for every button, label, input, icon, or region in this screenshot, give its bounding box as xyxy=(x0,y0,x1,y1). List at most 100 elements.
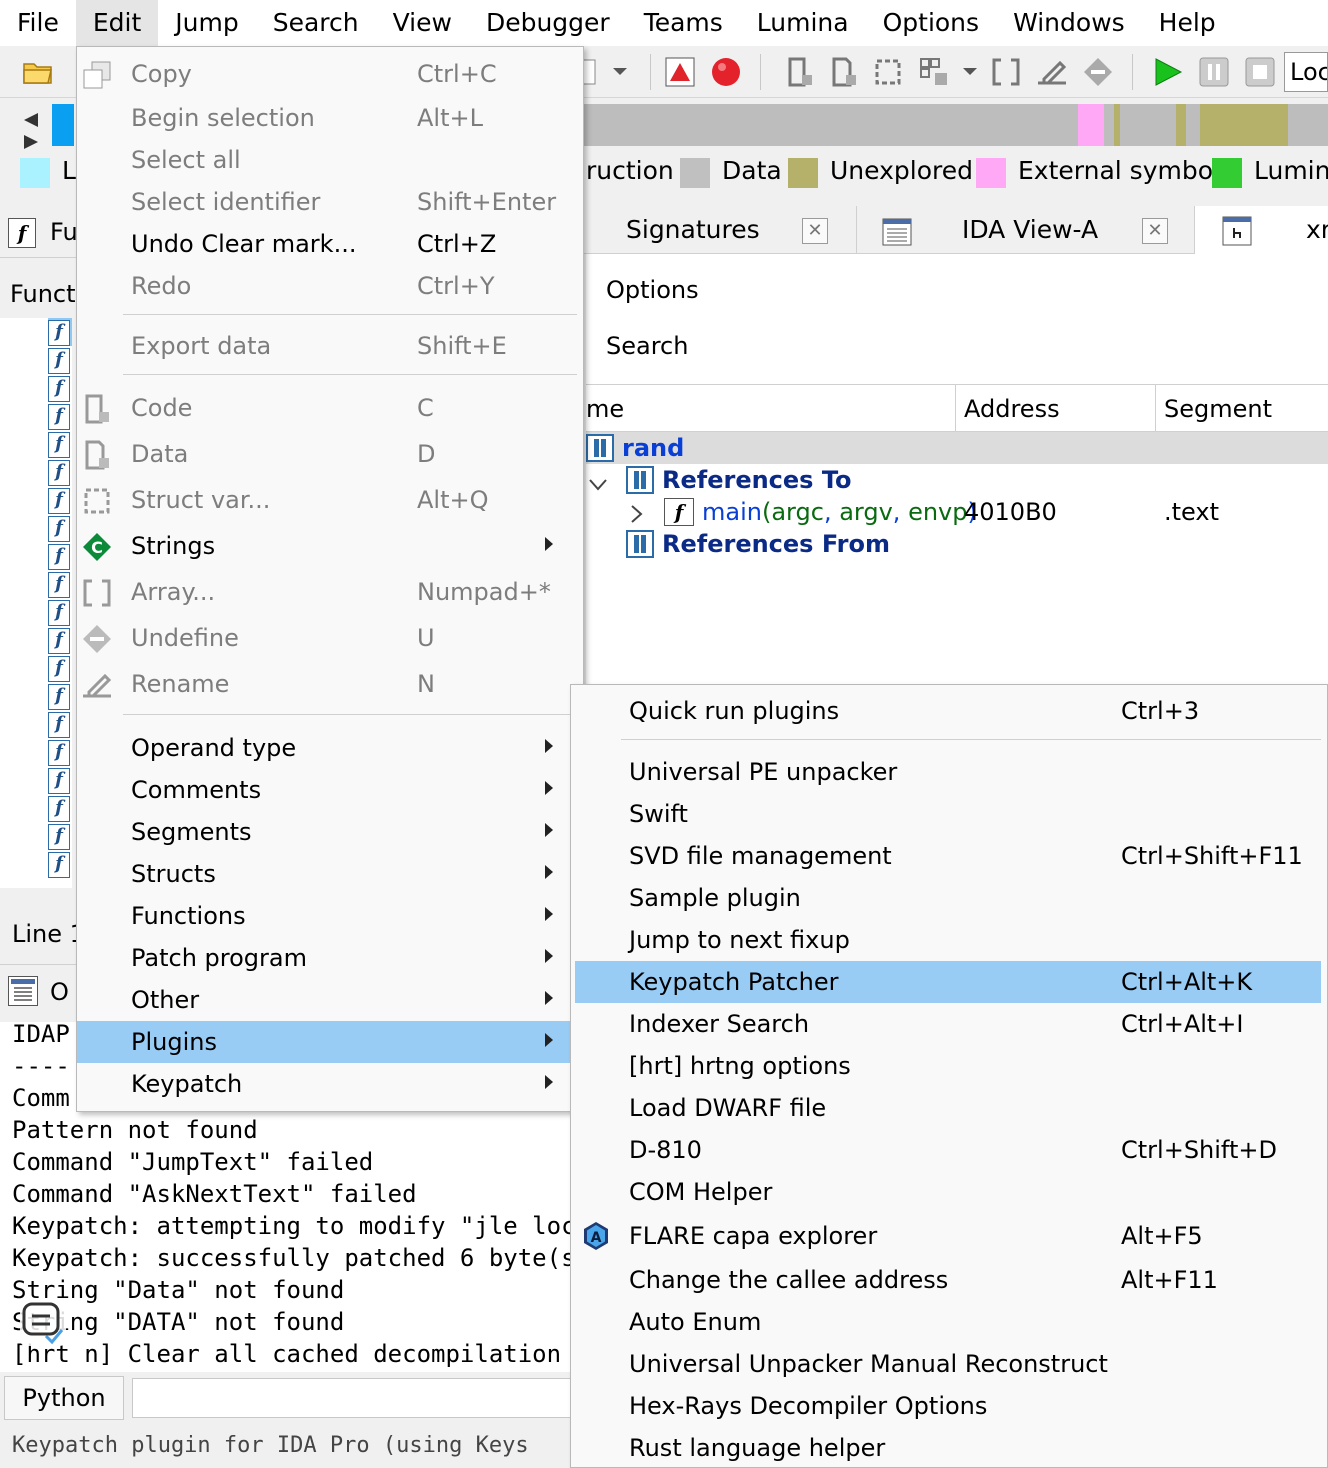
plugin-item-d810[interactable]: D-810 Ctrl+Shift+D xyxy=(575,1129,1321,1171)
function-icon[interactable]: f xyxy=(48,768,70,794)
menu-options[interactable]: Options xyxy=(866,0,996,46)
menu-item-code[interactable]: Code C xyxy=(77,387,583,429)
open-folder-icon[interactable] xyxy=(22,56,54,88)
menu-item-undo[interactable]: Undo Clear mark... Ctrl+Z xyxy=(77,223,583,265)
plugin-item-hexrays-options[interactable]: Hex-Rays Decompiler Options xyxy=(575,1385,1321,1427)
menu-item-undefine[interactable]: Undefine U xyxy=(77,617,583,659)
column-header-name[interactable]: me xyxy=(578,385,956,433)
plugin-item-change-callee[interactable]: Change the callee address Alt+F11 xyxy=(575,1259,1321,1301)
run-icon[interactable] xyxy=(1152,56,1184,88)
function-icon[interactable]: f xyxy=(48,320,70,346)
navigation-strip[interactable] xyxy=(584,104,1328,146)
plugin-item-load-dwarf[interactable]: Load DWARF file xyxy=(575,1087,1321,1129)
plugin-item-svd[interactable]: SVD file management Ctrl+Shift+F11 xyxy=(575,835,1321,877)
function-icon[interactable]: f xyxy=(48,404,70,430)
menu-windows[interactable]: Windows xyxy=(996,0,1142,46)
function-icon[interactable]: f xyxy=(48,516,70,542)
function-icon[interactable]: f xyxy=(48,628,70,654)
plugin-item-keypatch-patcher[interactable]: Keypatch Patcher Ctrl+Alt+K xyxy=(575,961,1321,1003)
scroll-right-icon[interactable] xyxy=(22,128,40,156)
debugger-location-field[interactable]: Loc xyxy=(1284,52,1328,92)
menu-search[interactable]: Search xyxy=(256,0,376,46)
plugin-item-jump-next-fixup[interactable]: Jump to next fixup xyxy=(575,919,1321,961)
menu-item-struct-var[interactable]: Struct var... Alt+Q xyxy=(77,479,583,521)
struct-icon[interactable] xyxy=(872,56,904,88)
menu-item-export-data[interactable]: Export data Shift+E xyxy=(77,325,583,367)
search-button[interactable]: Search xyxy=(606,332,688,360)
graph-icon[interactable] xyxy=(664,56,696,88)
output-tab[interactable]: O xyxy=(50,978,69,1006)
array-icon[interactable] xyxy=(918,56,950,88)
references-to-node[interactable]: References To xyxy=(662,464,852,496)
menu-item-begin-selection[interactable]: Begin selection Alt+L xyxy=(77,97,583,139)
plugin-item-universal-pe-unpacker[interactable]: Universal PE unpacker xyxy=(575,751,1321,793)
tree-row-selected[interactable] xyxy=(586,432,1328,464)
plugin-item-hrtng-options[interactable]: [hrt] hrtng options xyxy=(575,1045,1321,1087)
undefine-icon[interactable] xyxy=(1082,56,1114,88)
menu-item-operand-type[interactable]: Operand type xyxy=(77,727,583,769)
plugin-item-rust-helper[interactable]: Rust language helper xyxy=(575,1427,1321,1468)
menu-teams[interactable]: Teams xyxy=(627,0,740,46)
xref-row-main[interactable]: main(argc, argv, envp) xyxy=(702,496,977,528)
code-icon[interactable] xyxy=(784,56,816,88)
menu-item-comments[interactable]: Comments xyxy=(77,769,583,811)
plugin-item-com-helper[interactable]: COM Helper xyxy=(575,1171,1321,1213)
functions-list[interactable]: f f f f f f f f f f f f f f f f f f f f xyxy=(0,318,72,888)
menu-item-select-all[interactable]: Select all xyxy=(77,139,583,181)
menu-item-segments[interactable]: Segments xyxy=(77,811,583,853)
plugin-item-quick-run[interactable]: Quick run plugins Ctrl+3 xyxy=(575,690,1321,732)
menu-item-array[interactable]: Array... Numpad+* xyxy=(77,571,583,613)
menu-item-other[interactable]: Other xyxy=(77,979,583,1021)
menu-jump[interactable]: Jump xyxy=(158,0,255,46)
function-icon[interactable]: f xyxy=(48,600,70,626)
function-icon[interactable]: f xyxy=(48,460,70,486)
close-icon[interactable]: ✕ xyxy=(802,218,828,244)
menu-item-select-identifier[interactable]: Select identifier Shift+Enter xyxy=(77,181,583,223)
menu-debugger[interactable]: Debugger xyxy=(469,0,627,46)
bracket-icon[interactable] xyxy=(990,56,1022,88)
function-icon[interactable]: f xyxy=(48,712,70,738)
breakpoint-icon[interactable] xyxy=(710,56,742,88)
menu-item-data[interactable]: Data D xyxy=(77,433,583,475)
plugin-item-auto-enum[interactable]: Auto Enum xyxy=(575,1301,1321,1343)
menu-edit[interactable]: Edit xyxy=(75,0,159,46)
command-input[interactable] xyxy=(132,1378,584,1418)
function-icon[interactable]: f xyxy=(48,544,70,570)
function-icon[interactable]: f xyxy=(48,432,70,458)
tab-ida-view-a[interactable]: IDA View-A xyxy=(962,206,1098,254)
functions-tab[interactable]: Fu xyxy=(50,218,78,246)
column-header-segment[interactable]: Segment xyxy=(1156,385,1328,433)
options-button[interactable]: Options xyxy=(606,276,699,304)
plugin-item-flare-capa[interactable]: A FLARE capa explorer Alt+F5 xyxy=(575,1215,1321,1257)
menu-item-structs[interactable]: Structs xyxy=(77,853,583,895)
plugin-item-indexer-search[interactable]: Indexer Search Ctrl+Alt+I xyxy=(575,1003,1321,1045)
function-icon[interactable]: f xyxy=(48,824,70,850)
data-icon[interactable] xyxy=(828,56,860,88)
function-icon[interactable]: f xyxy=(48,684,70,710)
menu-item-copy[interactable]: Copy Ctrl+C xyxy=(77,53,583,95)
tab-signatures[interactable]: Signatures xyxy=(626,206,760,254)
function-icon[interactable]: f xyxy=(48,348,70,374)
plugin-item-sample[interactable]: Sample plugin xyxy=(575,877,1321,919)
python-button[interactable]: Python xyxy=(4,1376,124,1420)
plugin-item-universal-unpacker-reconstruct[interactable]: Universal Unpacker Manual Reconstruct xyxy=(575,1343,1321,1385)
menu-file[interactable]: File xyxy=(0,0,76,46)
functions-column-header[interactable]: Funct xyxy=(10,280,76,308)
menu-item-rename[interactable]: Rename N xyxy=(77,663,583,705)
menu-item-strings[interactable]: C Strings xyxy=(77,525,583,567)
chevron-down-icon[interactable] xyxy=(958,56,982,88)
feedback-icon[interactable] xyxy=(20,1300,66,1346)
menu-item-plugins[interactable]: Plugins xyxy=(77,1021,583,1063)
chevron-right-icon[interactable] xyxy=(630,502,644,530)
close-icon[interactable]: ✕ xyxy=(1142,218,1168,244)
tab-xrefs[interactable]: xr xyxy=(1306,206,1328,254)
menu-help[interactable]: Help xyxy=(1142,0,1233,46)
function-icon[interactable]: f xyxy=(48,852,70,878)
chevron-down-icon[interactable] xyxy=(588,470,608,498)
function-icon[interactable]: f xyxy=(48,740,70,766)
menu-view[interactable]: View xyxy=(376,0,469,46)
tree-root-rand[interactable]: rand xyxy=(622,432,684,464)
column-header-address[interactable]: Address xyxy=(956,385,1156,433)
menu-lumina[interactable]: Lumina xyxy=(740,0,866,46)
function-icon[interactable]: f xyxy=(48,488,70,514)
